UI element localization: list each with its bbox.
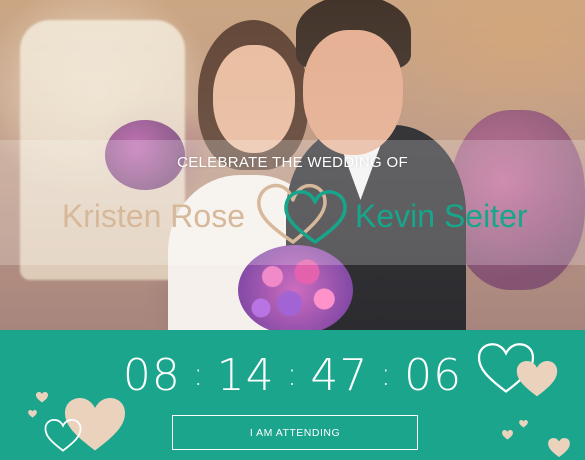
heart-filled-icon (36, 392, 48, 403)
hero-subtitle: CELEBRATE THE WEDDING OF (177, 154, 408, 171)
heart-filled-icon (516, 361, 558, 397)
heart-filled-icon (548, 438, 570, 458)
countdown-separator: : (286, 355, 299, 393)
bride-name: Kristen Rose (61, 198, 245, 234)
groom-name: Kevin Seiter (355, 198, 528, 234)
countdown-frames: 06 (404, 350, 463, 401)
heart-filled-icon (519, 420, 528, 428)
attending-button[interactable]: I AM ATTENDING (172, 415, 418, 450)
countdown-separator: : (192, 355, 205, 393)
countdown-minutes: 14 (216, 350, 275, 401)
heart-filled-icon (502, 430, 513, 440)
heart-pair-logo-icon (257, 183, 347, 244)
heart-outline-icon (44, 419, 82, 452)
countdown-separator: : (380, 355, 393, 393)
countdown-seconds: 47 (310, 350, 369, 401)
countdown-hours: 08 (122, 350, 181, 401)
heart-filled-icon (28, 410, 37, 418)
